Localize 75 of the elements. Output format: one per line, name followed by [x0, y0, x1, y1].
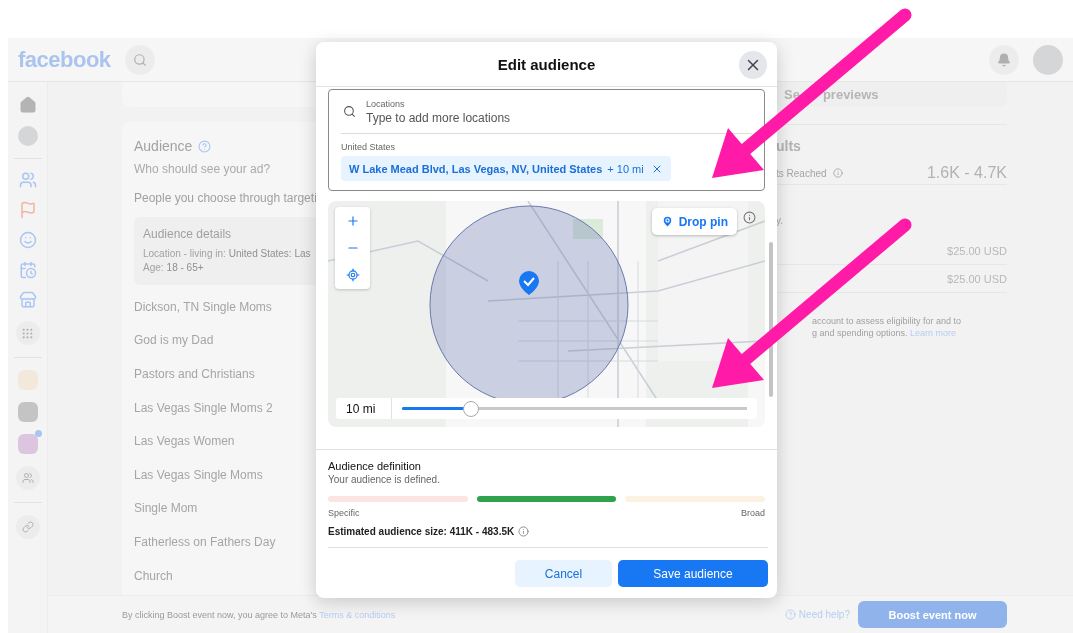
definition-title: Audience definition	[328, 460, 422, 472]
meter-label: Specific	[328, 508, 360, 518]
facebook-logo[interactable]: facebook	[18, 46, 111, 73]
cancel-button[interactable]: Cancel	[515, 560, 612, 587]
meter-label: Broad	[740, 508, 765, 518]
saved-audience-item[interactable]: Pastors and Christians	[134, 357, 255, 391]
info-icon	[518, 526, 530, 537]
info-icon	[832, 168, 843, 178]
groups-icon[interactable]	[15, 466, 40, 490]
note-text: g and spending options.	[812, 328, 908, 338]
field-label: Locations	[366, 98, 406, 109]
plus-icon	[345, 213, 360, 228]
app-thumbnail[interactable]	[17, 402, 38, 422]
help-icon	[784, 609, 796, 620]
help-icon	[198, 139, 212, 153]
locate-icon	[345, 268, 360, 283]
saved-audience-item[interactable]: Las Vegas Single Moms 2	[134, 390, 273, 425]
section-subtitle: Who should see your ad?	[134, 162, 271, 176]
flag-icon	[18, 201, 37, 219]
friends-icon	[18, 171, 37, 189]
definition-subtitle: Your audience is defined.	[328, 474, 441, 485]
saved-audience-item[interactable]: Las Vegas Women	[134, 424, 235, 458]
scrollbar[interactable]	[769, 242, 773, 397]
info-icon	[743, 211, 756, 224]
save-audience-button[interactable]: Save audience	[618, 560, 768, 587]
detail-label: Age:	[143, 262, 164, 273]
saved-audience-item[interactable]: God is my Dad	[134, 323, 214, 358]
saved-audience-item[interactable]: Dickson, TN Single Moms	[134, 290, 272, 324]
previews-text: previews	[822, 87, 879, 102]
pin-icon	[660, 215, 674, 228]
link-icon[interactable]	[15, 515, 40, 539]
results-title: ults	[776, 138, 802, 154]
reach-value: 1.6K - 4.7K	[926, 164, 1007, 182]
drop-pin-button[interactable]: Drop pin	[651, 208, 737, 235]
detail-label: Location - living in:	[143, 248, 226, 259]
audience-estimate: Estimated audience size: 411K - 483.5K	[328, 526, 515, 537]
profile-avatar[interactable]	[1033, 44, 1063, 75]
apps-grid-icon[interactable]	[15, 321, 40, 345]
locate-button[interactable]	[345, 268, 360, 283]
store-icon	[18, 291, 37, 309]
map[interactable]: Drop pin 10 mi	[328, 201, 765, 427]
search-icon	[343, 105, 356, 118]
notifications-button[interactable]	[989, 44, 1019, 75]
search-button[interactable]	[124, 44, 155, 75]
slider-thumb[interactable]	[463, 400, 479, 417]
search-icon	[132, 52, 147, 67]
app-thumbnail[interactable]	[17, 370, 38, 390]
details-title: Audience details	[143, 227, 232, 241]
need-help-link[interactable]: Need help?	[784, 609, 850, 620]
country-label: United States	[341, 142, 397, 152]
detail-value: 18 - 65+	[166, 262, 204, 273]
close-button[interactable]	[739, 51, 767, 79]
agreement-text: By clicking Boost event now, you agree to Meta's	[122, 609, 317, 620]
home-icon	[18, 96, 37, 114]
previews-text: Se	[784, 87, 800, 102]
saved-audience-item[interactable]: Fatherless on Fathers Day	[134, 525, 276, 559]
detail-value: United States: Las	[228, 248, 311, 259]
saved-audience-item[interactable]: Las Vegas Single Moms	[134, 457, 263, 492]
smiley-icon	[18, 231, 37, 249]
radius-reading: 10 mi	[336, 398, 392, 419]
targeting-option[interactable]: People you choose through targeti	[134, 191, 317, 205]
amount-value: $25.00 USD	[947, 244, 1007, 257]
zoom-in-button[interactable]	[345, 213, 360, 228]
dialog-title: Edit audience	[497, 55, 596, 73]
profile-avatar[interactable]	[17, 126, 38, 146]
location-chip[interactable]: W Lake Mead Blvd, Las Vegas, NV, United States + 10 mi	[341, 156, 671, 181]
boost-event-button[interactable]: Boost event now	[858, 601, 1007, 628]
saved-audience-item[interactable]: Single Mom	[134, 491, 198, 526]
saved-audience-item[interactable]: Church	[134, 558, 173, 593]
calendar-icon	[18, 261, 37, 279]
note-text: account to assess eligibility for and to	[812, 315, 963, 327]
section-title: Audience	[134, 138, 193, 154]
reach-label: ts Reached	[776, 167, 827, 179]
amount-value: $25.00 USD	[947, 272, 1007, 285]
bell-icon	[997, 52, 1011, 67]
